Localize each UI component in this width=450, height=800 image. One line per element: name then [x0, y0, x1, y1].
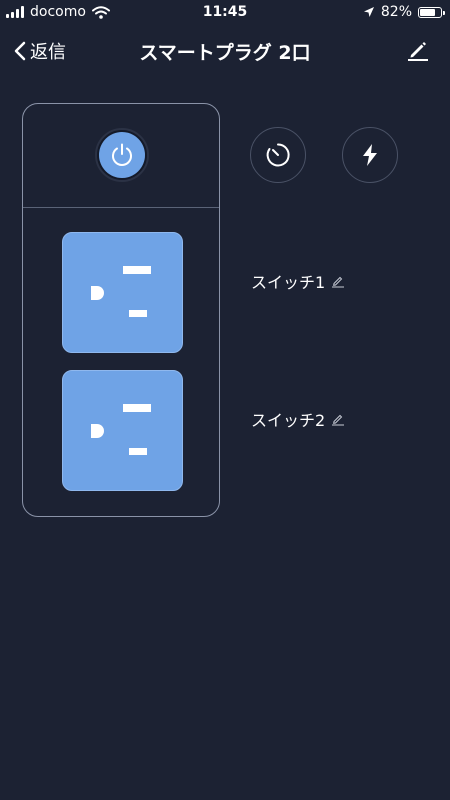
outlet-slot: [129, 448, 147, 455]
power-usage-button[interactable]: [342, 127, 398, 183]
outlet-slot: [123, 266, 151, 274]
switch-1-name: スイッチ1: [251, 273, 326, 292]
plug-panel: [22, 103, 220, 517]
status-right: 82%: [363, 4, 445, 20]
location-arrow-icon: [363, 7, 374, 17]
status-bar: docomo 11:45 82%: [0, 0, 450, 24]
page-title: スマートプラグ 2口: [139, 42, 311, 64]
timer-icon: [266, 143, 290, 167]
power-button[interactable]: [99, 132, 145, 178]
switch-2-name: スイッチ2: [251, 411, 326, 430]
battery-fill: [420, 8, 435, 16]
outlet-slot: [123, 404, 151, 412]
battery-percent: 82%: [380, 4, 412, 20]
timer-button[interactable]: [250, 127, 306, 183]
power-button-ring: [95, 128, 149, 182]
edit-button[interactable]: [406, 38, 430, 62]
outlet-slot: [129, 310, 147, 317]
outlet-ground: [91, 424, 104, 438]
pencil-icon: [408, 42, 428, 61]
panel-divider: [23, 207, 219, 208]
switch-2-label[interactable]: スイッチ2: [251, 407, 345, 431]
pencil-icon[interactable]: [331, 412, 345, 426]
lightning-icon: [363, 144, 377, 166]
outlet-ground: [91, 286, 104, 300]
outlet-2[interactable]: [62, 370, 183, 491]
outlet-1[interactable]: [62, 232, 183, 353]
nav-bar: 返信 スマートプラグ 2口: [0, 30, 450, 70]
pencil-icon[interactable]: [331, 274, 345, 288]
power-icon: [112, 143, 132, 166]
switch-1-label[interactable]: スイッチ1: [251, 269, 345, 293]
battery-icon: [418, 6, 445, 18]
